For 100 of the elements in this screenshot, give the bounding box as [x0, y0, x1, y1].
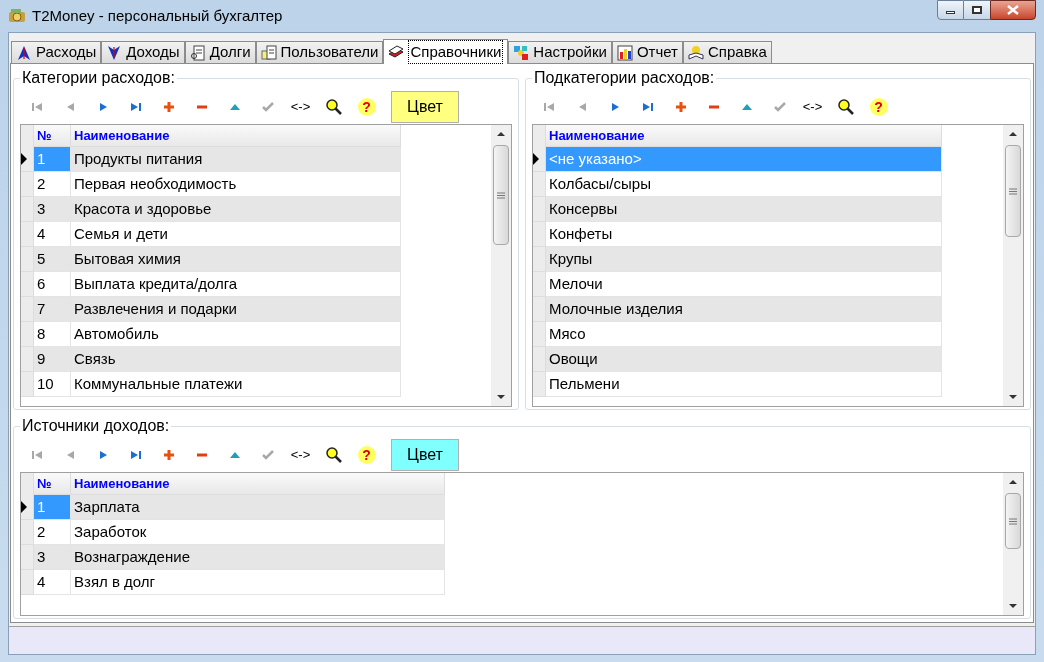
- check-icon: [260, 100, 275, 114]
- scrollbar[interactable]: [491, 125, 511, 406]
- table-cell: 4: [34, 222, 71, 247]
- scroll-thumb[interactable]: [493, 145, 509, 245]
- table-row[interactable]: Мясо: [533, 322, 1003, 347]
- table-cell: Мелочи: [546, 272, 942, 297]
- help-button[interactable]: ?: [350, 443, 383, 467]
- skip-forward-icon: [128, 448, 143, 462]
- shapes-icon: [513, 44, 530, 61]
- table-cell: 8: [34, 322, 71, 347]
- document-icon: [260, 44, 277, 61]
- table-row[interactable]: 1 Продукты питания: [21, 147, 491, 172]
- table-cell: Вознаграждение: [71, 545, 445, 570]
- table-row[interactable]: 4 Взял в долг: [21, 570, 1003, 595]
- table-row[interactable]: Конфеты: [533, 222, 1003, 247]
- tab[interactable]: Долги: [184, 41, 256, 63]
- grip-icon: [497, 191, 505, 199]
- table-cell: Коммунальные платежи: [71, 372, 401, 397]
- table-cell: 1: [34, 495, 71, 520]
- table-row[interactable]: 5 Бытовая химия: [21, 247, 491, 272]
- table-cell: Конфеты: [546, 222, 942, 247]
- tab[interactable]: Расходы: [11, 41, 102, 63]
- column-header[interactable]: №: [34, 125, 71, 147]
- row-indicator[interactable]: [21, 495, 34, 520]
- table-row[interactable]: 1 Зарплата: [21, 495, 1003, 520]
- table-row[interactable]: 10 Коммунальные платежи: [21, 372, 491, 397]
- table-cell: 5: [34, 247, 71, 272]
- row-indicator[interactable]: [533, 147, 546, 172]
- cancel-button[interactable]: <->: [796, 95, 829, 119]
- help-button[interactable]: ?: [350, 95, 383, 119]
- books-icon: [388, 44, 405, 60]
- search-icon: [836, 98, 855, 116]
- table-cell: Связь: [71, 347, 401, 372]
- group-title: Подкатегории расходов:: [533, 68, 716, 88]
- table-row[interactable]: 3 Вознаграждение: [21, 545, 1003, 570]
- close-icon: [1007, 5, 1019, 15]
- table-row[interactable]: Пельмени: [533, 372, 1003, 397]
- cancel-button[interactable]: <->: [284, 443, 317, 467]
- column-header[interactable]: №: [34, 473, 71, 495]
- tab[interactable]: Настройки: [508, 41, 612, 63]
- table-cell: 2: [34, 520, 71, 545]
- table-row[interactable]: Крупы: [533, 247, 1003, 272]
- plus-icon: [673, 100, 688, 114]
- tab[interactable]: Справка: [683, 41, 772, 63]
- search-icon: [324, 98, 343, 116]
- app-icon: [8, 8, 26, 24]
- table-row[interactable]: 7 Развлечения и подарки: [21, 297, 491, 322]
- table-row[interactable]: 2 Заработок: [21, 520, 1003, 545]
- plus-icon: [161, 100, 176, 114]
- table-cell: 7: [34, 297, 71, 322]
- arrow-up-icon: [16, 44, 32, 61]
- table-cell: 3: [34, 545, 71, 570]
- scrollbar[interactable]: [1003, 125, 1023, 406]
- grid-corner: [21, 473, 34, 495]
- table-cell: Консервы: [546, 197, 942, 222]
- scroll-thumb[interactable]: [1005, 493, 1021, 549]
- grid-corner: [21, 125, 34, 147]
- table-row[interactable]: 4 Семья и дети: [21, 222, 491, 247]
- color-button[interactable]: Цвет: [391, 91, 459, 123]
- table-row[interactable]: Овощи: [533, 347, 1003, 372]
- plus-icon: [161, 448, 176, 462]
- table-cell: Красота и здоровье: [71, 197, 401, 222]
- table-row[interactable]: 6 Выплата кредита/долга: [21, 272, 491, 297]
- tab[interactable]: Отчет: [611, 41, 683, 63]
- table-row[interactable]: 8 Автомобиль: [21, 322, 491, 347]
- grip-icon: [1009, 187, 1017, 195]
- table-row[interactable]: Мелочи: [533, 272, 1003, 297]
- table-cell: Бытовая химия: [71, 247, 401, 272]
- document-icon: [189, 44, 206, 61]
- search-icon: [324, 446, 343, 464]
- arrow-down-icon: [106, 44, 123, 61]
- column-header[interactable]: Наименование: [71, 473, 445, 495]
- help-button[interactable]: ?: [862, 95, 895, 119]
- skip-back-icon: [541, 100, 556, 114]
- group-title: Категории расходов:: [21, 68, 176, 88]
- cancel-button[interactable]: <->: [284, 95, 317, 119]
- scroll-thumb[interactable]: [1005, 145, 1021, 237]
- table-cell: Колбасы/сыры: [546, 172, 942, 197]
- column-header[interactable]: Наименование: [546, 125, 942, 147]
- table-row[interactable]: 9 Связь: [21, 347, 491, 372]
- table-cell: Автомобиль: [71, 322, 401, 347]
- bar-chart-icon: [616, 44, 633, 61]
- row-pointer-icon: [21, 501, 27, 513]
- maximize-button[interactable]: [964, 0, 990, 20]
- scrollbar[interactable]: [1003, 473, 1023, 615]
- skip-back-icon: [29, 100, 44, 114]
- table-row[interactable]: 2 Первая необходимость: [21, 172, 491, 197]
- color-button[interactable]: Цвет: [391, 439, 459, 471]
- minimize-button[interactable]: [937, 0, 964, 20]
- close-button[interactable]: [990, 0, 1036, 20]
- column-header[interactable]: Наименование: [71, 125, 401, 147]
- table-row[interactable]: Консервы: [533, 197, 1003, 222]
- tab[interactable]: Пользователи: [255, 41, 384, 63]
- row-indicator[interactable]: [21, 147, 34, 172]
- table-row[interactable]: Молочные изделия: [533, 297, 1003, 322]
- tab[interactable]: Доходы: [101, 41, 185, 63]
- grid-corner: [533, 125, 546, 147]
- table-row[interactable]: Колбасы/сыры: [533, 172, 1003, 197]
- table-row[interactable]: 3 Красота и здоровье: [21, 197, 491, 222]
- tab[interactable]: Справочники: [383, 39, 509, 64]
